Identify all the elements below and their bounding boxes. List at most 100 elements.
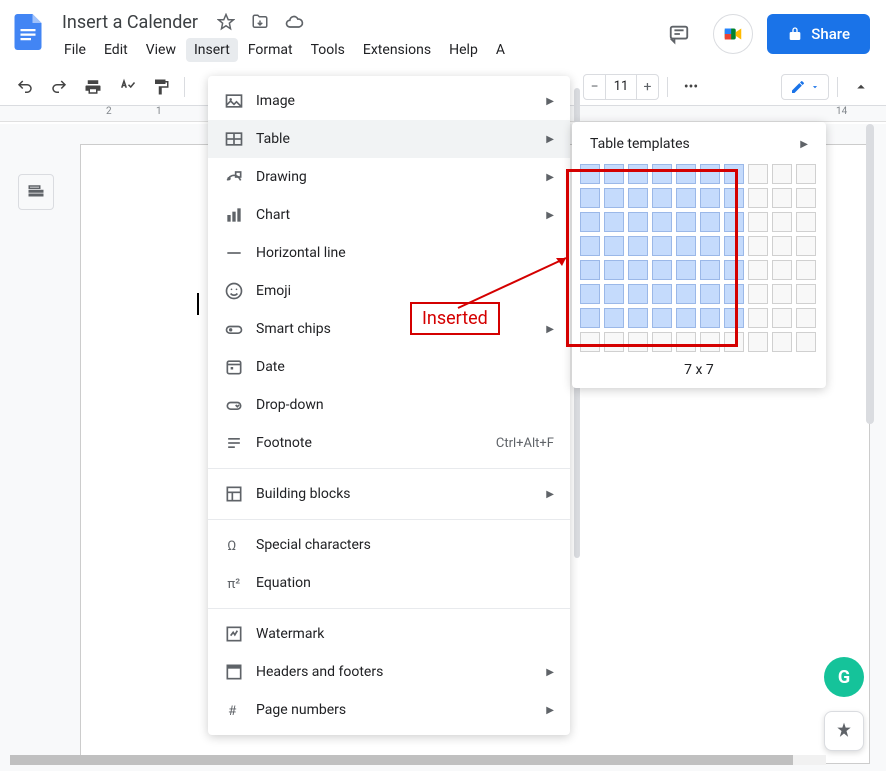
grid-cell[interactable]	[796, 332, 816, 352]
google-docs-icon[interactable]	[8, 12, 48, 52]
grid-cell[interactable]	[772, 212, 792, 232]
grid-cell[interactable]	[604, 188, 624, 208]
grid-cell[interactable]	[772, 308, 792, 328]
grid-cell[interactable]	[580, 188, 600, 208]
grid-cell[interactable]	[580, 260, 600, 280]
grid-cell[interactable]	[580, 164, 600, 184]
menu-help[interactable]: Help	[441, 38, 486, 62]
insert-date[interactable]: Date	[208, 348, 570, 386]
grid-cell[interactable]	[652, 188, 672, 208]
grid-cell[interactable]	[628, 284, 648, 304]
grid-cell[interactable]	[652, 284, 672, 304]
collapse-toolbar-button[interactable]	[846, 72, 876, 102]
grid-cell[interactable]	[724, 164, 744, 184]
grid-cell[interactable]	[724, 260, 744, 280]
grid-cell[interactable]	[724, 284, 744, 304]
grid-cell[interactable]	[796, 260, 816, 280]
document-title[interactable]: Insert a Calender	[56, 10, 204, 35]
insert-emoji[interactable]: Emoji	[208, 272, 570, 310]
grid-cell[interactable]	[700, 212, 720, 232]
grammarly-button[interactable]: G	[824, 657, 864, 697]
grid-cell[interactable]	[676, 260, 696, 280]
grid-cell[interactable]	[724, 188, 744, 208]
insert-page-numbers[interactable]: #Page numbers▶	[208, 691, 570, 729]
grid-cell[interactable]	[772, 188, 792, 208]
grid-cell[interactable]	[796, 236, 816, 256]
menu-view[interactable]: View	[138, 38, 184, 62]
spellcheck-button[interactable]	[112, 72, 142, 102]
redo-button[interactable]	[44, 72, 74, 102]
move-icon[interactable]	[248, 10, 272, 34]
grid-cell[interactable]	[604, 332, 624, 352]
star-icon[interactable]	[214, 10, 238, 34]
grid-cell[interactable]	[748, 260, 768, 280]
undo-button[interactable]	[10, 72, 40, 102]
grid-cell[interactable]	[748, 332, 768, 352]
outline-button[interactable]	[18, 174, 54, 210]
explore-button[interactable]	[824, 711, 864, 751]
grid-cell[interactable]	[724, 212, 744, 232]
grid-cell[interactable]	[580, 212, 600, 232]
grid-cell[interactable]	[724, 308, 744, 328]
meet-button[interactable]	[713, 14, 753, 54]
insert-special-characters[interactable]: ΩSpecial characters	[208, 526, 570, 564]
grid-cell[interactable]	[580, 308, 600, 328]
grid-cell[interactable]	[604, 284, 624, 304]
grid-cell[interactable]	[676, 284, 696, 304]
grid-cell[interactable]	[700, 164, 720, 184]
grid-cell[interactable]	[652, 236, 672, 256]
grid-cell[interactable]	[700, 332, 720, 352]
grid-cell[interactable]	[700, 188, 720, 208]
grid-cell[interactable]	[796, 284, 816, 304]
insert-building-blocks[interactable]: Building blocks▶	[208, 475, 570, 513]
grid-cell[interactable]	[748, 236, 768, 256]
menu-file[interactable]: File	[56, 38, 94, 62]
insert-equation[interactable]: π²Equation	[208, 564, 570, 602]
grid-cell[interactable]	[676, 164, 696, 184]
grid-cell[interactable]	[772, 260, 792, 280]
cloud-status-icon[interactable]	[282, 10, 306, 34]
font-size-decrease[interactable]: −	[584, 75, 606, 99]
grid-cell[interactable]	[772, 164, 792, 184]
insert-footnote[interactable]: FootnoteCtrl+Alt+F	[208, 424, 570, 462]
grid-cell[interactable]	[580, 332, 600, 352]
grid-cell[interactable]	[772, 236, 792, 256]
grid-cell[interactable]	[628, 332, 648, 352]
grid-cell[interactable]	[652, 308, 672, 328]
editing-mode-button[interactable]	[781, 74, 829, 100]
grid-cell[interactable]	[676, 212, 696, 232]
font-size-increase[interactable]: +	[636, 75, 658, 99]
insert-smart-chips[interactable]: Smart chips▶	[208, 310, 570, 348]
grid-cell[interactable]	[628, 188, 648, 208]
paint-format-button[interactable]	[146, 72, 176, 102]
grid-cell[interactable]	[628, 260, 648, 280]
grid-cell[interactable]	[652, 212, 672, 232]
grid-cell[interactable]	[580, 284, 600, 304]
grid-cell[interactable]	[748, 212, 768, 232]
menu-format[interactable]: Format	[240, 38, 301, 62]
grid-cell[interactable]	[796, 164, 816, 184]
grid-cell[interactable]	[604, 236, 624, 256]
grid-cell[interactable]	[796, 308, 816, 328]
grid-cell[interactable]	[652, 164, 672, 184]
grid-cell[interactable]	[580, 236, 600, 256]
grid-cell[interactable]	[604, 212, 624, 232]
table-size-grid[interactable]	[580, 164, 818, 354]
grid-cell[interactable]	[628, 212, 648, 232]
grid-cell[interactable]	[700, 284, 720, 304]
grid-cell[interactable]	[628, 236, 648, 256]
grid-cell[interactable]	[676, 308, 696, 328]
grid-cell[interactable]	[748, 164, 768, 184]
insert-table[interactable]: Table▶	[208, 120, 570, 158]
insert-watermark[interactable]: Watermark	[208, 615, 570, 653]
table-templates-label[interactable]: Table templates	[590, 136, 690, 152]
menu-tools[interactable]: Tools	[303, 38, 353, 62]
grid-cell[interactable]	[700, 308, 720, 328]
share-button[interactable]: Share	[767, 14, 870, 54]
insert-chart[interactable]: Chart▶	[208, 196, 570, 234]
grid-cell[interactable]	[676, 236, 696, 256]
font-size-value[interactable]: 11	[606, 79, 636, 94]
more-toolbar-button[interactable]: •••	[676, 72, 706, 102]
insert-drawing[interactable]: Drawing▶	[208, 158, 570, 196]
menu-a[interactable]: A	[488, 38, 513, 62]
